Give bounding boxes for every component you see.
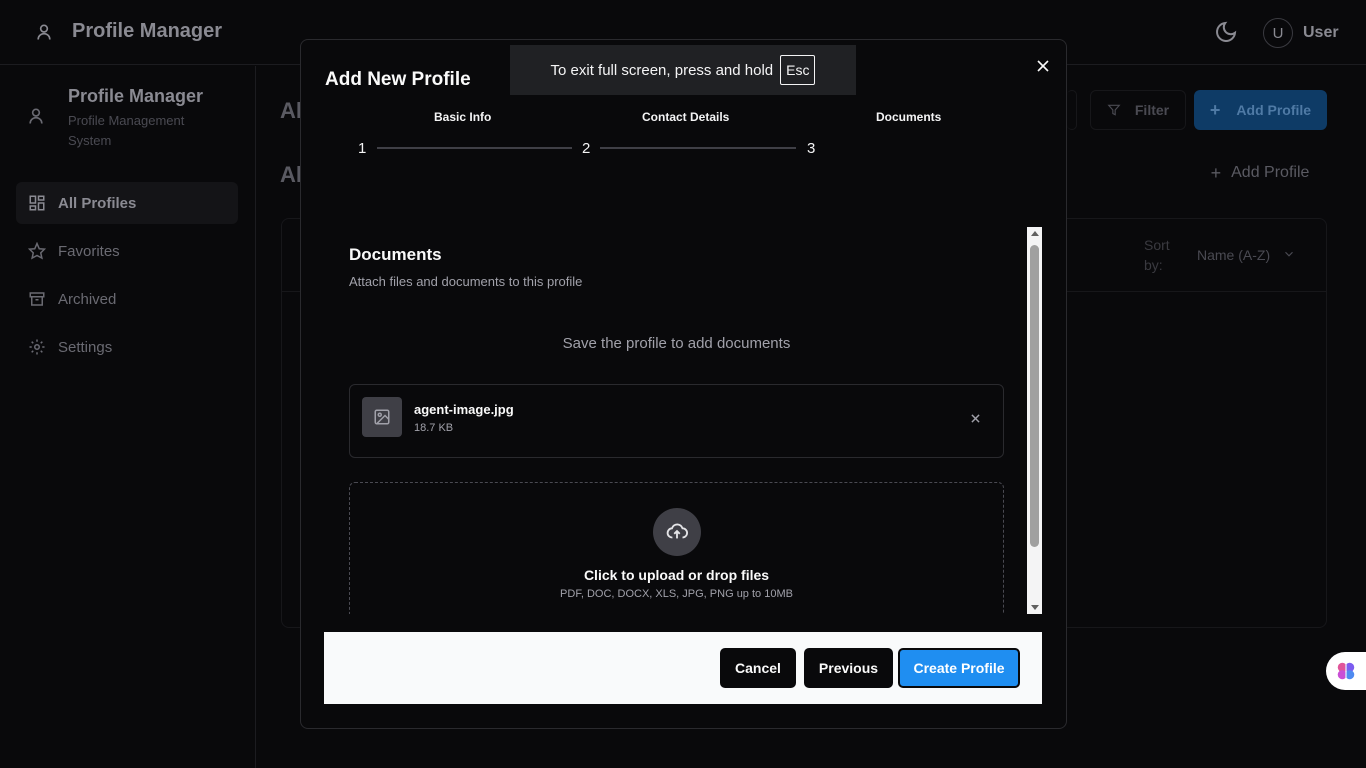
user-icon bbox=[37, 24, 51, 40]
documents-subtitle: Attach files and documents to this profi… bbox=[349, 274, 583, 289]
sidebar: Profile Manager Profile Management Syste… bbox=[0, 66, 256, 768]
sidebar-brand-title: Profile Manager bbox=[68, 86, 204, 106]
previous-button[interactable]: Previous bbox=[804, 648, 893, 688]
dropzone-title: Click to upload or drop files bbox=[583, 567, 770, 583]
file-item: agent-image.jpg 18.7 KB bbox=[349, 384, 1004, 458]
archive-icon bbox=[29, 292, 45, 306]
chevron-down-icon bbox=[1285, 251, 1293, 257]
close-icon bbox=[970, 413, 980, 423]
image-icon bbox=[374, 409, 390, 425]
file-size: 18.7 KB bbox=[414, 422, 454, 434]
modal-footer: Cancel Previous Create Profile bbox=[324, 632, 1042, 704]
close-button[interactable] bbox=[1033, 56, 1053, 76]
step-connector bbox=[377, 147, 572, 149]
modal-scrollbar[interactable] bbox=[1027, 227, 1042, 614]
scroll-down-arrow[interactable] bbox=[1031, 605, 1039, 610]
brain-icon bbox=[1337, 662, 1355, 680]
step-number-1: 1 bbox=[358, 140, 367, 157]
plus-icon: + bbox=[1209, 99, 1221, 120]
sidebar-item-archived[interactable]: Archived bbox=[16, 278, 238, 320]
user-label[interactable]: User bbox=[1303, 24, 1339, 42]
extension-bubble[interactable] bbox=[1326, 652, 1366, 690]
cancel-button[interactable]: Cancel bbox=[720, 648, 796, 688]
fullscreen-exit-toast: To exit full screen, press and hold Esc bbox=[510, 45, 856, 95]
cloud-upload-icon bbox=[666, 523, 688, 539]
add-profile-ghost-button[interactable]: + Add Profile bbox=[1200, 153, 1320, 193]
fullscreen-toast-text: To exit full screen, press and hold bbox=[550, 61, 774, 79]
sidebar-item-all-profiles[interactable]: All Profiles bbox=[16, 182, 238, 224]
add-profile-ghost-label: Add Profile bbox=[1231, 164, 1310, 181]
step-label-documents: Documents bbox=[876, 110, 942, 124]
moon-icon[interactable] bbox=[1214, 20, 1238, 44]
save-note: Save the profile to add documents bbox=[562, 335, 791, 352]
plus-icon: + bbox=[1210, 162, 1222, 183]
filter-label: Filter bbox=[1134, 102, 1170, 118]
dropzone-subtitle: PDF, DOC, DOCX, XLS, JPG, PNG up to 10MB bbox=[560, 588, 793, 600]
page-title: Al bbox=[280, 98, 302, 123]
sidebar-item-label: All Profiles bbox=[58, 194, 137, 212]
scroll-up-arrow[interactable] bbox=[1031, 231, 1039, 236]
grid-icon bbox=[29, 195, 45, 211]
add-profile-button[interactable]: + Add Profile bbox=[1194, 90, 1327, 130]
user-icon bbox=[29, 108, 43, 124]
documents-title: Documents bbox=[349, 245, 442, 264]
sidebar-item-label: Settings bbox=[58, 338, 113, 356]
sidebar-item-settings[interactable]: Settings bbox=[16, 326, 238, 368]
add-profile-modal: Add New Profile Basic Info Contact Detai… bbox=[300, 39, 1067, 729]
esc-key: Esc bbox=[780, 55, 816, 85]
close-icon bbox=[1037, 60, 1049, 72]
scrollbar-thumb[interactable] bbox=[1030, 245, 1039, 547]
star-icon bbox=[28, 242, 46, 260]
sidebar-item-label: Favorites bbox=[58, 242, 120, 260]
app-title: Profile Manager bbox=[72, 20, 223, 42]
file-name: agent-image.jpg bbox=[414, 402, 514, 417]
step-label-basic-info: Basic Info bbox=[434, 110, 492, 124]
sidebar-item-label: Archived bbox=[58, 290, 117, 308]
file-thumbnail bbox=[362, 397, 402, 437]
avatar[interactable]: U bbox=[1263, 18, 1293, 48]
upload-icon-wrapper bbox=[653, 508, 701, 556]
remove-file-button[interactable] bbox=[966, 409, 984, 427]
sidebar-item-favorites[interactable]: Favorites bbox=[16, 230, 238, 272]
modal-scroll-area[interactable]: Documents Attach files and documents to … bbox=[325, 228, 1043, 614]
upload-dropzone[interactable]: Click to upload or drop files PDF, DOC, … bbox=[349, 482, 1004, 614]
bg-control-edge bbox=[1067, 90, 1077, 130]
add-profile-label: Add Profile bbox=[1236, 102, 1312, 118]
filter-button[interactable]: Filter bbox=[1090, 90, 1186, 130]
step-number-2: 2 bbox=[582, 140, 591, 157]
step-label-contact-details: Contact Details bbox=[642, 110, 730, 124]
modal-title: Add New Profile bbox=[325, 69, 471, 90]
section-title: Al bbox=[280, 162, 302, 187]
filter-icon bbox=[1107, 104, 1121, 116]
sidebar-brand-subtitle: Profile Management System bbox=[68, 113, 185, 148]
create-profile-button[interactable]: Create Profile bbox=[898, 648, 1020, 688]
step-connector bbox=[600, 147, 796, 149]
sort-label: Sort by: bbox=[1144, 237, 1170, 273]
step-number-3: 3 bbox=[807, 140, 816, 157]
gear-icon bbox=[29, 339, 45, 355]
sort-select[interactable]: Name (A-Z) bbox=[1197, 247, 1270, 263]
